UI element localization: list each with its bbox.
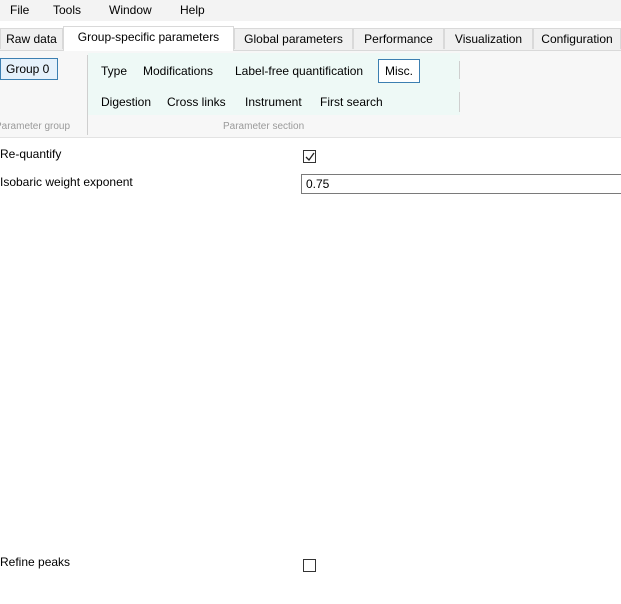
section-row-separator bbox=[459, 61, 460, 79]
isobaric-weight-exponent-input[interactable]: 0.75 bbox=[301, 174, 621, 194]
section-misc-button[interactable]: Misc. bbox=[378, 59, 420, 83]
parameter-section-panel: Type Modifications Label-free quantifica… bbox=[88, 53, 460, 115]
ribbon-panel: Group 0 Type Modifications Label-free qu… bbox=[0, 50, 621, 138]
requantify-label: Re-quantify bbox=[0, 147, 62, 161]
tab-raw-data[interactable]: Raw data bbox=[0, 28, 63, 49]
menu-window[interactable]: Window bbox=[109, 3, 152, 17]
section-modifications-button[interactable]: Modifications bbox=[143, 61, 213, 81]
tab-performance[interactable]: Performance bbox=[353, 28, 444, 49]
main-tab-strip: Raw data Group-specific parameters Globa… bbox=[0, 26, 621, 51]
tab-configuration[interactable]: Configuration bbox=[533, 28, 621, 49]
section-label-free-quantification-button[interactable]: Label-free quantification bbox=[235, 61, 363, 81]
group-0-button[interactable]: Group 0 bbox=[0, 58, 58, 80]
menu-tools[interactable]: Tools bbox=[53, 3, 81, 17]
parameter-section-label: Parameter section bbox=[223, 121, 305, 132]
isobaric-weight-exponent-label: Isobaric weight exponent bbox=[0, 175, 133, 189]
section-row-separator bbox=[459, 92, 460, 112]
menu-bar: File Tools Window Help bbox=[0, 0, 621, 21]
tab-group-specific-parameters[interactable]: Group-specific parameters bbox=[63, 26, 234, 51]
section-type-button[interactable]: Type bbox=[101, 61, 127, 81]
refine-peaks-label: Refine peaks bbox=[0, 555, 71, 569]
parameter-group-label: Parameter group bbox=[0, 121, 71, 132]
section-digestion-button[interactable]: Digestion bbox=[101, 92, 151, 112]
refine-peaks-checkbox[interactable] bbox=[303, 559, 316, 572]
menu-file[interactable]: File bbox=[10, 3, 29, 17]
section-first-search-button[interactable]: First search bbox=[320, 92, 383, 112]
section-instrument-button[interactable]: Instrument bbox=[245, 92, 302, 112]
section-cross-links-button[interactable]: Cross links bbox=[167, 92, 226, 112]
tab-visualization[interactable]: Visualization bbox=[444, 28, 533, 49]
check-icon bbox=[305, 152, 315, 162]
menu-help[interactable]: Help bbox=[180, 3, 205, 17]
tab-global-parameters[interactable]: Global parameters bbox=[234, 28, 353, 49]
requantify-checkbox[interactable] bbox=[303, 150, 316, 163]
